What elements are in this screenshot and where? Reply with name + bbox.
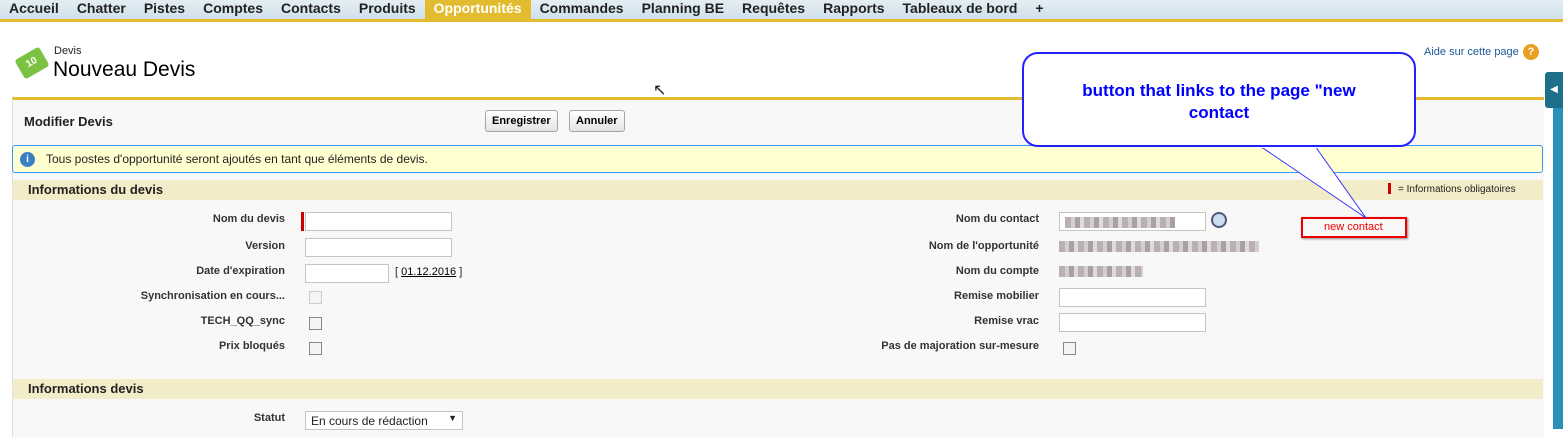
info-icon: i xyxy=(20,152,35,167)
status-select[interactable]: En cours de rédaction ▼ xyxy=(305,411,463,430)
label-locked-prices: Prix bloqués xyxy=(218,340,285,352)
status-value: En cours de rédaction xyxy=(311,414,428,428)
expiration-input[interactable] xyxy=(305,264,389,283)
expiration-default-link[interactable]: 01.12.2016 xyxy=(401,266,456,278)
tab-11[interactable]: Tableaux de bord xyxy=(894,0,1027,19)
scrollbar[interactable] xyxy=(1553,108,1563,429)
top-nav: Accueil Chatter Pistes Comptes Contacts Produ… xyxy=(0,0,1563,22)
tab-2[interactable]: Pistes xyxy=(135,0,194,19)
tech-sync-checkbox[interactable] xyxy=(309,317,322,330)
label-account: Nom du compte xyxy=(955,265,1039,277)
remise-vrac-input[interactable] xyxy=(1059,313,1206,332)
tab-10[interactable]: Rapports xyxy=(814,0,893,19)
label-sync: Synchronisation en cours... xyxy=(140,290,285,302)
page-title: Nouveau Devis xyxy=(53,58,196,81)
callout-text: button that links to the page "new conta… xyxy=(1082,81,1356,122)
label-remise-mobilier: Remise mobilier xyxy=(954,290,1039,302)
remise-mobilier-input[interactable] xyxy=(1059,288,1206,307)
label-status: Statut xyxy=(253,412,285,424)
label-tech-sync: TECH_QQ_sync xyxy=(200,315,285,327)
quote-name-input[interactable] xyxy=(305,212,452,231)
tab-5[interactable]: Produits xyxy=(350,0,425,19)
object-label: Devis xyxy=(54,45,82,57)
required-bar xyxy=(301,212,304,231)
tab-6[interactable]: Opportunités xyxy=(424,0,531,19)
tab-12[interactable]: + xyxy=(1026,0,1052,19)
label-remise-vrac: Remise vrac xyxy=(974,315,1039,327)
tab-9[interactable]: Requêtes xyxy=(733,0,814,19)
contact-input[interactable] xyxy=(1059,212,1206,231)
save-button[interactable]: Enregistrer xyxy=(485,110,558,132)
tab-3[interactable]: Comptes xyxy=(194,0,272,19)
tab-0[interactable]: Accueil xyxy=(0,0,68,19)
cancel-button[interactable]: Annuler xyxy=(569,110,625,132)
locked-prices-checkbox[interactable] xyxy=(309,342,322,355)
expiration-default: [ 01.12.2016 ] xyxy=(395,266,463,278)
tab-1[interactable]: Chatter xyxy=(68,0,135,19)
section-header-quote-details: Informations devis xyxy=(13,379,1543,399)
panel-title: Modifier Devis xyxy=(24,114,113,129)
callout-tail xyxy=(1255,140,1367,219)
help-link[interactable]: Aide sur cette page xyxy=(1424,46,1519,58)
opportunity-value xyxy=(1059,241,1259,252)
account-value xyxy=(1059,266,1143,277)
majoration-checkbox[interactable] xyxy=(1063,342,1076,355)
version-input[interactable] xyxy=(305,238,452,257)
label-version: Version xyxy=(245,240,285,252)
required-legend: = Informations obligatoires xyxy=(1398,184,1516,195)
label-contact: Nom du contact xyxy=(955,213,1039,225)
help-icon[interactable]: ? xyxy=(1523,44,1539,60)
info-text: Tous postes d'opportunité seront ajoutés… xyxy=(46,152,428,166)
tab-8[interactable]: Planning BE xyxy=(633,0,733,19)
label-opportunity: Nom de l'opportunité xyxy=(928,240,1039,252)
tab-7[interactable]: Commandes xyxy=(531,0,633,19)
tab-4[interactable]: Contacts xyxy=(272,0,350,19)
sidebar-toggle[interactable]: ◀ xyxy=(1545,72,1563,108)
label-expiration: Date d'expiration xyxy=(196,265,285,277)
devis-icon: 10 xyxy=(14,46,50,80)
label-majoration: Pas de majoration sur-mesure xyxy=(881,340,1039,352)
annotation-callout: button that links to the page "new conta… xyxy=(1022,52,1416,147)
chevron-down-icon: ▼ xyxy=(448,413,457,423)
sync-checkbox xyxy=(309,291,322,304)
label-quote-name: Nom du devis xyxy=(212,213,285,225)
